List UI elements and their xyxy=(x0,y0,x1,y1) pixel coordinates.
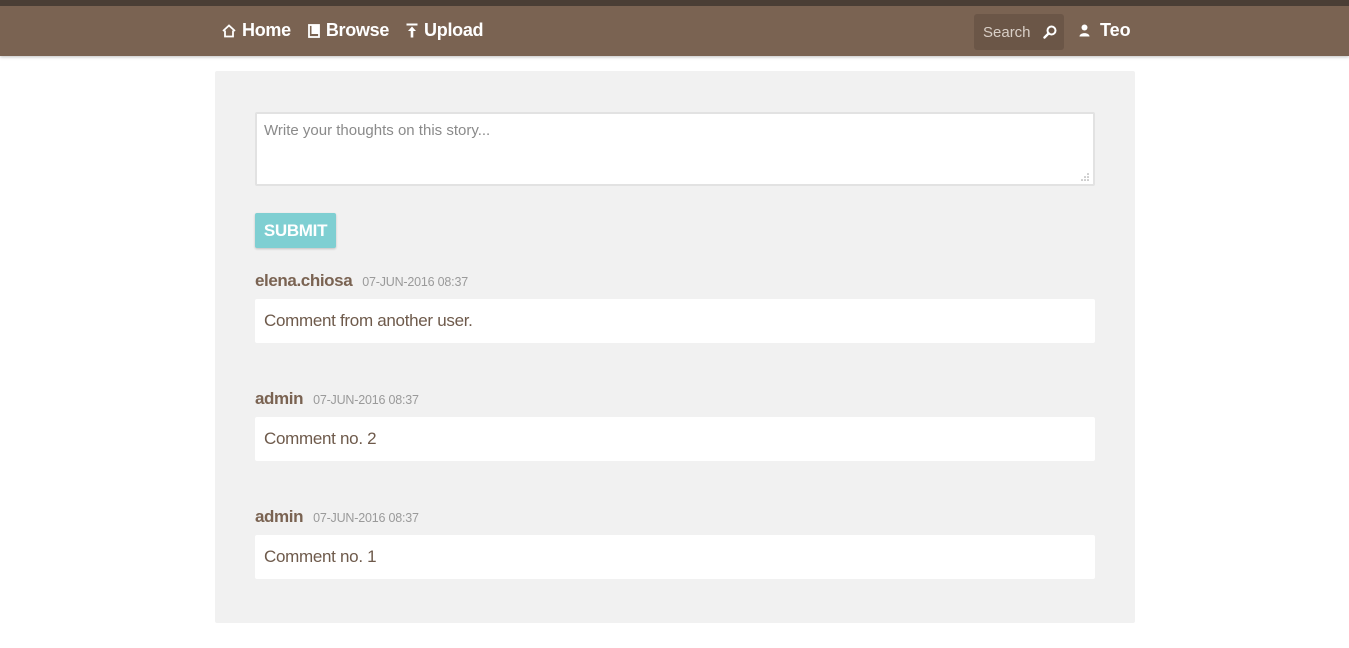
comment-date: 07-JUN-2016 08:37 xyxy=(313,511,419,525)
comment-date: 07-JUN-2016 08:37 xyxy=(313,393,419,407)
main-nav: Home Browse Upload xyxy=(222,20,500,41)
resize-handle-icon[interactable] xyxy=(1081,173,1089,181)
nav-home-label: Home xyxy=(242,20,291,40)
comment-meta: admin 07-JUN-2016 08:37 xyxy=(255,389,1095,411)
home-icon xyxy=(222,23,236,37)
comment-date: 07-JUN-2016 08:37 xyxy=(362,275,468,289)
nav-home[interactable]: Home xyxy=(222,20,291,41)
comments-panel: SUBMIT elena.chiosa 07-JUN-2016 08:37 Co… xyxy=(215,71,1135,623)
submit-button[interactable]: SUBMIT xyxy=(255,213,336,248)
comment-meta: admin 07-JUN-2016 08:37 xyxy=(255,507,1095,529)
nav-browse-label: Browse xyxy=(325,20,390,40)
nav-browse[interactable]: Browse xyxy=(307,20,390,41)
search-input[interactable] xyxy=(974,14,1036,50)
search-box xyxy=(974,14,1064,50)
book-icon xyxy=(307,23,320,38)
nav-upload[interactable]: Upload xyxy=(406,20,484,41)
comment-text: Comment from another user. xyxy=(255,299,1095,343)
nav-upload-label: Upload xyxy=(424,20,484,40)
comment-textarea[interactable] xyxy=(255,112,1095,186)
search-icon xyxy=(1043,25,1057,39)
comment-text: Comment no. 1 xyxy=(255,535,1095,579)
upload-icon xyxy=(406,23,418,38)
comment-item: admin 07-JUN-2016 08:37 Comment no. 1 xyxy=(255,507,1095,579)
comment-item: elena.chiosa 07-JUN-2016 08:37 Comment f… xyxy=(255,271,1095,343)
comment-author[interactable]: elena.chiosa xyxy=(255,271,353,291)
comment-item: admin 07-JUN-2016 08:37 Comment no. 2 xyxy=(255,389,1095,461)
user-name: Teo xyxy=(1100,20,1131,40)
user-icon xyxy=(1079,24,1090,37)
search-button[interactable] xyxy=(1036,14,1064,50)
top-navbar: Home Browse Upload Search Teo xyxy=(0,0,1349,56)
comment-author[interactable]: admin xyxy=(255,507,303,527)
comment-meta: elena.chiosa 07-JUN-2016 08:37 xyxy=(255,271,1095,293)
comment-text: Comment no. 2 xyxy=(255,417,1095,461)
comment-author[interactable]: admin xyxy=(255,389,303,409)
user-menu[interactable]: Teo xyxy=(1079,20,1131,41)
